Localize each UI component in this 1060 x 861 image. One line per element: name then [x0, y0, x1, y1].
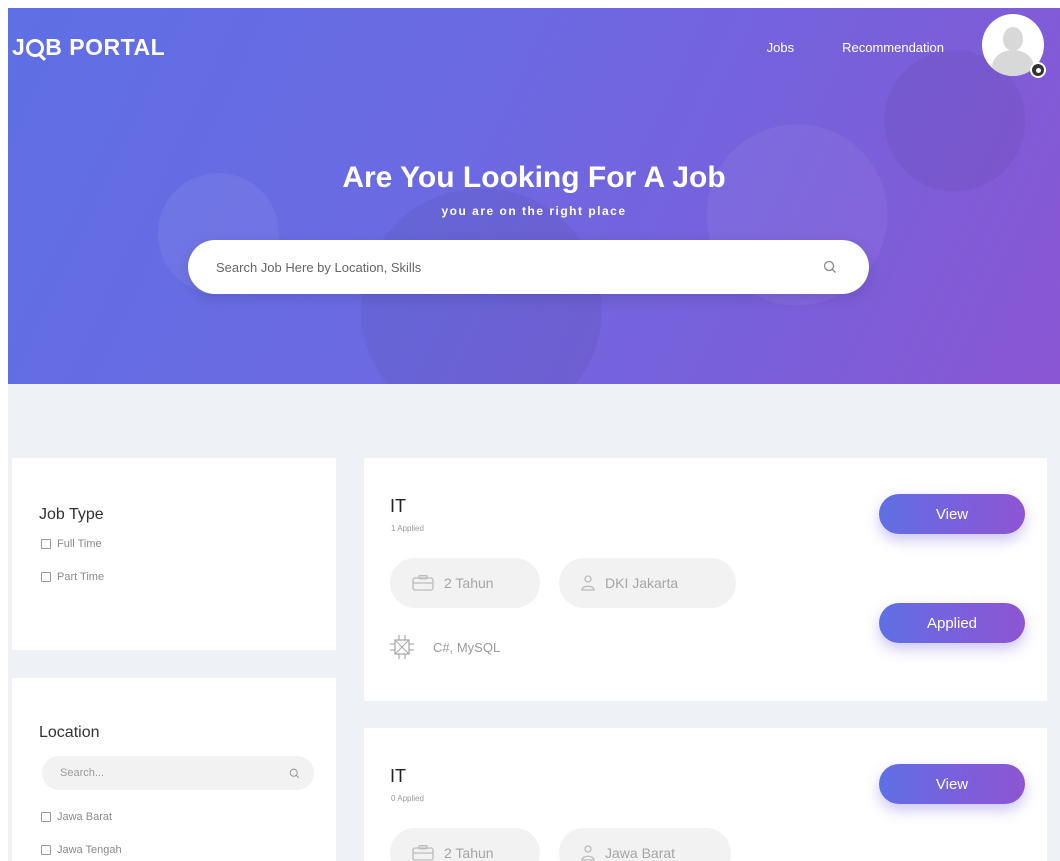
location-title: Location — [39, 724, 100, 741]
person-icon — [581, 575, 595, 591]
job-type-filter: Job Type Full Time Part Time — [12, 458, 336, 650]
logo-prefix: J — [12, 34, 26, 60]
view-button[interactable]: View — [879, 764, 1025, 804]
filter-part-time[interactable]: Part Time — [41, 571, 104, 583]
avatar-status-badge-icon — [1030, 62, 1046, 78]
location-tag: Jawa Barat — [559, 828, 731, 861]
avatar-head — [1003, 27, 1023, 51]
job-card: IT 0 Applied 2 Tahun Jawa Barat View — [364, 728, 1047, 861]
jawa-tengah-checkbox[interactable] — [41, 845, 51, 855]
hero-title: Are You Looking For A Job — [342, 161, 726, 194]
search-icon[interactable] — [823, 260, 837, 274]
top-nav: Jobs Recommendation — [767, 40, 944, 55]
location-search-input[interactable] — [42, 756, 289, 790]
full-time-checkbox[interactable] — [41, 539, 51, 549]
job-title: IT — [390, 496, 406, 516]
experience-tag: 2 Tahun — [390, 558, 540, 608]
applied-count: 1 Applied — [391, 524, 424, 533]
person-icon — [581, 845, 595, 861]
briefcase-icon — [412, 845, 434, 861]
jawa-barat-label: Jawa Barat — [57, 811, 113, 823]
location-filter: Location Jawa Barat Jawa Tengah — [12, 678, 336, 861]
jawa-tengah-label: Jawa Tengah — [57, 844, 122, 856]
chip-icon — [390, 635, 414, 659]
location-text: Jawa Barat — [605, 845, 676, 861]
filter-jawa-tengah[interactable]: Jawa Tengah — [41, 844, 122, 856]
job-title: IT — [390, 766, 406, 786]
location-text: DKI Jakarta — [605, 575, 679, 591]
part-time-checkbox[interactable] — [41, 572, 51, 582]
job-card: IT 1 Applied 2 Tahun DKI Jakarta C#, MyS… — [364, 458, 1047, 701]
job-search-bar — [188, 240, 869, 294]
job-search-input[interactable] — [188, 240, 823, 294]
page: J B PORTAL Jobs Recommendation Are You L… — [8, 8, 1060, 861]
logo-magnifier-icon — [26, 38, 45, 57]
filter-full-time[interactable]: Full Time — [41, 538, 102, 550]
full-time-label: Full Time — [57, 538, 102, 550]
location-search-icon[interactable] — [289, 768, 300, 779]
applied-count: 0 Applied — [391, 794, 424, 803]
nav-jobs-link[interactable]: Jobs — [767, 40, 794, 55]
location-search — [42, 756, 314, 790]
logo[interactable]: J B PORTAL — [12, 34, 165, 61]
experience-text: 2 Tahun — [444, 575, 494, 591]
experience-text: 2 Tahun — [444, 845, 494, 861]
applied-button[interactable]: Applied — [879, 603, 1025, 643]
hero-background-texture — [8, 8, 1060, 384]
skills-row: C#, MySQL — [389, 634, 500, 660]
briefcase-icon — [412, 575, 434, 591]
experience-tag: 2 Tahun — [390, 828, 540, 861]
hero-banner: J B PORTAL Jobs Recommendation Are You L… — [8, 8, 1060, 384]
part-time-label: Part Time — [57, 571, 105, 583]
job-type-title: Job Type — [39, 506, 104, 523]
location-tag: DKI Jakarta — [559, 558, 736, 608]
avatar-body — [992, 50, 1034, 76]
jawa-barat-checkbox[interactable] — [41, 812, 51, 822]
nav-recommendation-link[interactable]: Recommendation — [842, 40, 944, 55]
skills-text: C#, MySQL — [433, 639, 501, 655]
logo-suffix: B PORTAL — [45, 34, 166, 60]
hero-subtitle: you are on the right place — [441, 204, 627, 218]
filter-jawa-barat[interactable]: Jawa Barat — [41, 811, 112, 823]
view-button[interactable]: View — [879, 494, 1025, 534]
